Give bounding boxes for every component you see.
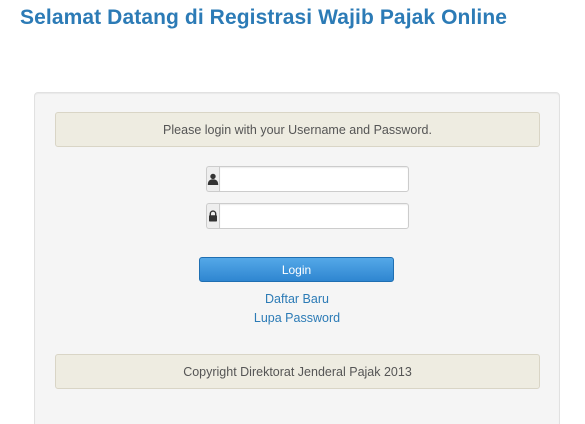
page: Selamat Datang di Registrasi Wajib Pajak…	[0, 0, 585, 424]
username-input[interactable]	[219, 166, 409, 192]
user-icon	[206, 166, 219, 192]
copyright-text: Copyright Direktorat Jenderal Pajak 2013	[183, 364, 412, 379]
login-panel: Please login with your Username and Pass…	[34, 92, 560, 424]
login-instruction: Please login with your Username and Pass…	[55, 112, 540, 147]
password-input[interactable]	[219, 203, 409, 229]
page-title: Selamat Datang di Registrasi Wajib Pajak…	[20, 6, 508, 29]
register-link-row: Daftar Baru	[35, 292, 559, 306]
copyright-footer: Copyright Direktorat Jenderal Pajak 2013	[55, 354, 540, 389]
forgot-password-link[interactable]: Lupa Password	[252, 311, 342, 325]
login-button[interactable]: Login	[199, 257, 394, 282]
login-instruction-text: Please login with your Username and Pass…	[163, 122, 432, 137]
lock-icon	[206, 203, 219, 229]
password-group	[206, 203, 409, 229]
register-link[interactable]: Daftar Baru	[263, 292, 331, 306]
forgot-password-link-row: Lupa Password	[35, 311, 559, 325]
username-group	[206, 166, 409, 192]
